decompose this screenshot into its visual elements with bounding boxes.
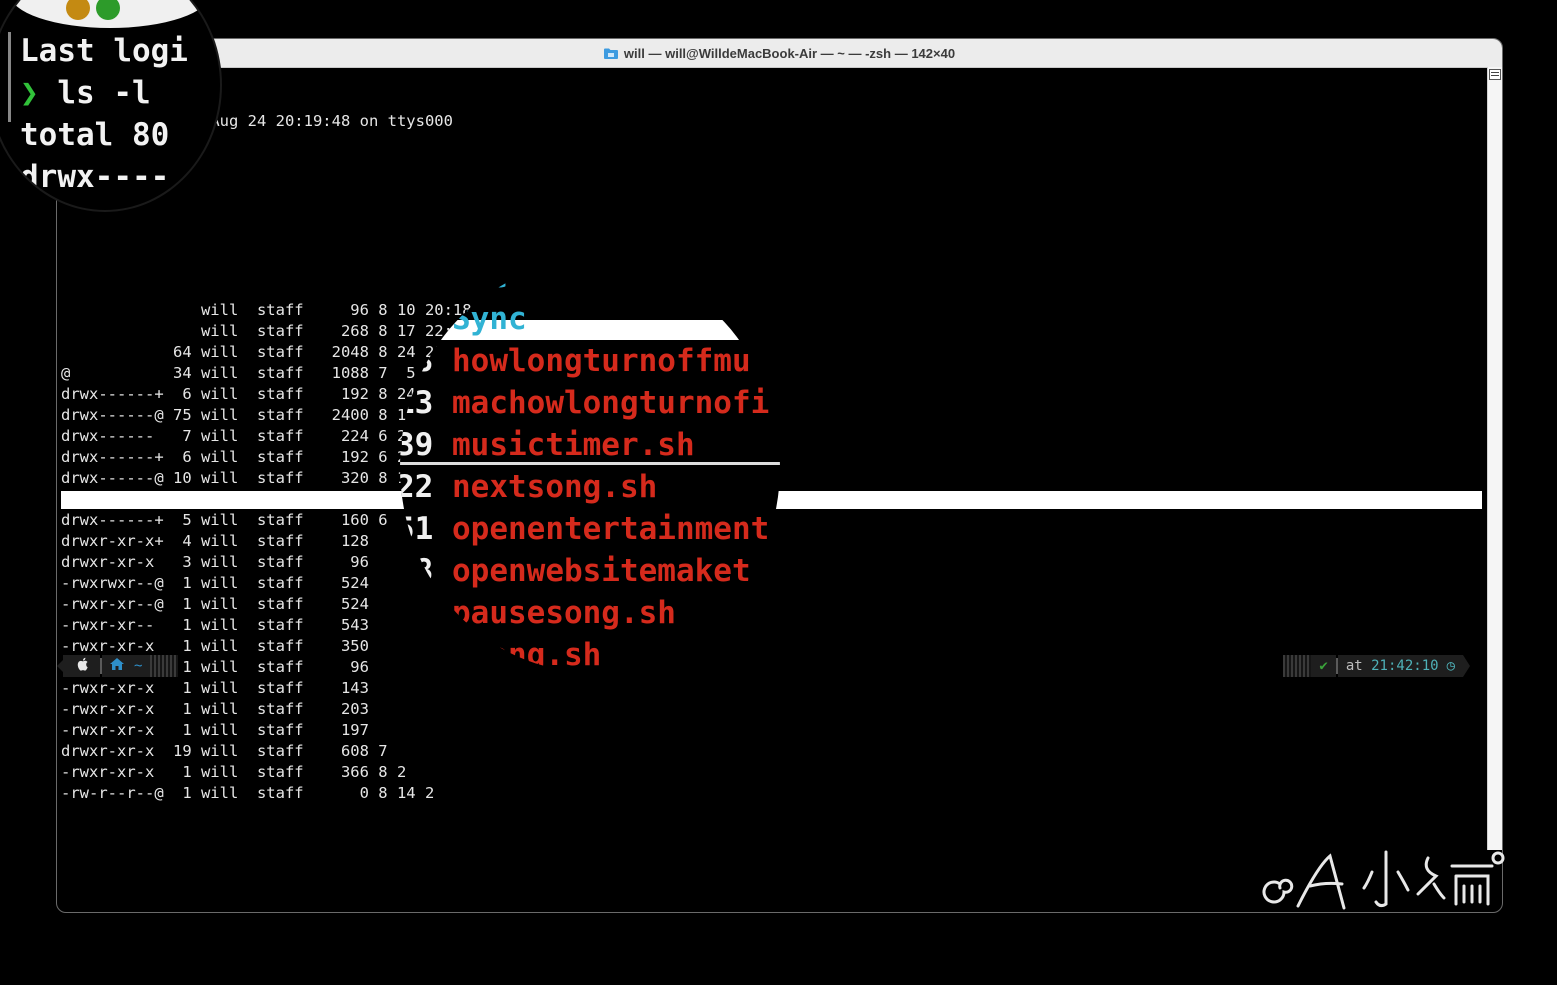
folder-icon <box>603 48 618 59</box>
magnified-filename: howlongturnoffmu <box>452 343 751 379</box>
magnified-row: Sync <box>400 298 769 340</box>
magnified-filename: openwebsitemaket <box>452 553 751 589</box>
magnified-perm: drwx---- <box>20 159 170 195</box>
listing-row: 64 will staff 2048 8 24 21:41 Desktop <box>61 342 1482 363</box>
magnified-filename: sic <box>452 262 508 295</box>
listing-row: -rwxr-xr-x 1 will staff 366 8 2 <box>61 762 1482 783</box>
magnified-row: ysong.sh <box>400 634 769 672</box>
magnified-command: ls -l <box>57 75 151 111</box>
magnified-window-edge <box>8 32 11 122</box>
magnified-filename: pausesong.sh <box>452 595 676 631</box>
home-icon <box>110 658 124 674</box>
listing-row: -rwxr-xr-x 1 will staff 143 <box>61 678 1482 699</box>
magnified-total: total 80 <box>20 117 170 153</box>
magnified-size: 8 <box>400 553 452 589</box>
listing-row: -rwxrwxr--@ 1 will staff 524 <box>61 573 1482 594</box>
listing-row: @ 34 will staff 1088 7 5 18:55 Documents <box>61 363 1482 384</box>
apple-segment <box>57 655 100 677</box>
prompt-left-segment: ~ <box>57 655 179 677</box>
window-title: will — will@WilldeMacBook-Air — ~ — -zsh… <box>623 45 956 61</box>
magnified-size <box>400 301 452 337</box>
prompt-symbol: ❯ <box>20 75 39 111</box>
magnified-size <box>400 262 452 295</box>
magnified-row: pausesong.sh <box>400 592 769 634</box>
scroll-handle[interactable] <box>1489 69 1501 80</box>
magnified-filename: musictimer.sh <box>452 427 695 463</box>
magnified-size: 51 <box>400 511 452 547</box>
magnified-login: Last logi <box>20 33 188 69</box>
magnified-row: 51 openentertainment <box>400 508 769 550</box>
title-bar[interactable]: will — will@WilldeMacBook-Air — ~ — -zsh… <box>57 39 1502 68</box>
magnified-row: 22 nextsong.sh <box>400 466 769 508</box>
magnified-text: Last logi ❯ ls -l total 80 drwx---- <box>20 30 188 198</box>
segment-arrow <box>1463 655 1470 677</box>
magnified-size: 39 <box>400 427 452 463</box>
magnified-size <box>400 637 452 672</box>
magnifier-top-left: Last logi ❯ ls -l total 80 drwx---- <box>0 0 220 210</box>
magnified-size: 22 <box>400 469 452 505</box>
segment-fade-right <box>1283 655 1312 677</box>
total-line <box>61 237 1482 258</box>
listing-row: will staff 96 8 10 20:18 Applications <box>61 300 1482 321</box>
time-value: 21:42:10 <box>1371 658 1439 674</box>
magnified-filename: Sync <box>452 301 527 337</box>
watermark-logo <box>1262 850 1505 910</box>
magnified-row: sic <box>400 262 769 298</box>
clock-icon: ◷ <box>1446 658 1455 674</box>
apple-icon <box>77 657 90 675</box>
listing-row: -rw-r--r--@ 1 will staff 0 8 14 2 <box>61 783 1482 804</box>
time-segment: at 21:42:10 ◷ <box>1337 655 1463 677</box>
login-text: Aug 24 20:19:48 on ttys000 <box>210 112 453 130</box>
magnified-size: 13 <box>400 385 452 421</box>
magnified-row: 13 machowlongturnofi <box>400 382 769 424</box>
listing-row: drwxr-xr-x 19 will staff 608 7 <box>61 741 1482 762</box>
segment-fade <box>150 655 179 677</box>
path-segment: ~ <box>102 655 151 677</box>
listing-meta: -rwxr-xr-x 1 will staff 197 <box>61 721 481 739</box>
login-line: Aug 24 20:19:48 on ttys000 <box>61 111 1482 132</box>
listing-row: -rwxr-xr--@ 1 will staff 524 <box>61 594 1482 615</box>
listing-row: will staff 268 8 17 22:27 Brewfile <box>61 321 1482 342</box>
listing-meta: -rwxr-xr-x 1 will staff 143 <box>61 679 481 697</box>
listing-row: -rwxr-xr-- 1 will staff 543 <box>61 615 1482 636</box>
magnified-row: 8 openwebsitemaket <box>400 550 769 592</box>
checkmark-icon: ✔ <box>1319 658 1328 674</box>
status-segment: ✔ <box>1311 655 1336 677</box>
listing-row: -rwxr-xr-x 1 will staff 197 <box>61 720 1482 741</box>
listing-meta: -rwxr-xr-x 1 will staff 203 <box>61 700 481 718</box>
listing-row: -rwxr-xr-x 1 will staff 350 <box>61 636 1482 657</box>
magnified-filename: openentertainment <box>452 511 770 547</box>
listing-row: drwx------+ 6 will staff 192 8 24 21:01 … <box>61 384 1482 405</box>
listing-meta: -rwxr-xr-x 1 will staff 366 8 2 <box>61 763 481 781</box>
magnified-row: 8 howlongturnoffmu <box>400 340 769 382</box>
path-text: ~ <box>134 658 143 674</box>
listing-row: drwxr-xr-x 3 will staff 96 <box>61 552 1482 573</box>
listing-row: drwxr-xr-x+ 4 will staff 128 <box>61 531 1482 552</box>
scrollbar[interactable] <box>1487 67 1502 850</box>
magnifier-middle: sic Sync 8 howlongturnoffmu 13 machowlong… <box>400 262 780 672</box>
listing-meta: -rw-r--r--@ 1 will staff 0 8 14 2 <box>61 784 481 802</box>
magnified-filename: machowlongturnofi <box>452 385 770 421</box>
magnified-filename: ysong.sh <box>452 637 602 672</box>
listing-row: -rwxr-xr-x 1 will staff 203 <box>61 699 1482 720</box>
magnified-size: 8 <box>400 343 452 379</box>
magnified-listing: sic Sync 8 howlongturnoffmu 13 machowlong… <box>400 262 769 672</box>
magnified-filename: nextsong.sh <box>452 469 658 505</box>
listing-meta: drwxr-xr-x 19 will staff 608 7 <box>61 742 481 760</box>
magnified-size <box>400 595 452 631</box>
prompt-right-segment: ✔ at 21:42:10 ◷ <box>1283 655 1470 677</box>
command-line <box>61 174 1482 195</box>
time-label: at <box>1345 658 1363 674</box>
magnified-row: 39 musictimer.sh <box>400 424 769 466</box>
